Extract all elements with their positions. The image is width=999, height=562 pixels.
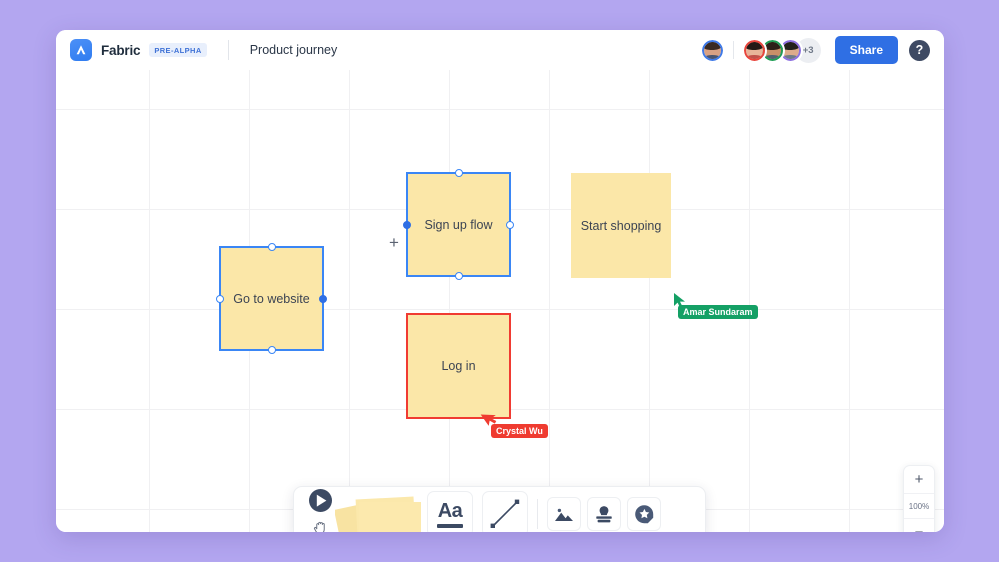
image-icon <box>555 508 573 521</box>
node-label: Log in <box>441 359 476 373</box>
add-node-button[interactable]: + <box>386 234 402 251</box>
hand-icon[interactable] <box>312 519 329 532</box>
app-window: Fabric PRE-ALPHA Product journey +3 Shar… <box>56 30 944 532</box>
canvas-node-go-to-website[interactable]: Go to website <box>216 243 327 354</box>
node-handle-right[interactable] <box>319 294 327 303</box>
select-and-pan-tool-group[interactable] <box>305 488 335 532</box>
avatar-divider <box>732 41 734 59</box>
connector-go-to-website-to-sign-up-flow <box>56 70 356 220</box>
sticker-star-icon <box>634 504 653 523</box>
node-handle-bottom[interactable] <box>454 272 463 280</box>
node-label: Start shopping <box>580 218 662 233</box>
canvas-node-log-in[interactable]: Log in <box>406 313 511 419</box>
node-label: Sign up flow <box>424 217 493 232</box>
stamp-tool[interactable] <box>587 497 621 531</box>
app-header: Fabric PRE-ALPHA Product journey +3 Shar… <box>56 30 944 70</box>
text-underline-icon <box>437 523 463 528</box>
header-divider <box>227 40 229 60</box>
image-tool[interactable] <box>547 497 581 531</box>
node-handle-right[interactable] <box>506 220 514 229</box>
self-avatar[interactable] <box>699 37 725 63</box>
collaborator-cursor-amar-sundaram: Amar Sundaram <box>673 292 758 319</box>
text-tool[interactable]: Aa <box>427 491 473 532</box>
document-title: Product journey <box>249 43 338 57</box>
collaborator-avatars: +3 <box>741 37 821 63</box>
sticky-notes-icon[interactable] <box>335 486 427 532</box>
zoom-out-button[interactable]: − <box>904 519 934 532</box>
sticker-tool[interactable] <box>627 497 661 531</box>
node-handle-left[interactable] <box>216 294 224 303</box>
collaborator-cursor-crystal-wu: Crystal Wu <box>480 408 548 438</box>
header-right-group: +3 Share ? <box>699 36 930 64</box>
canvas-node-start-shopping[interactable]: Start shopping <box>571 173 671 278</box>
node-label: Go to website <box>233 291 310 306</box>
share-button[interactable]: Share <box>834 36 898 64</box>
stamp-icon <box>596 505 612 522</box>
line-icon <box>490 499 520 528</box>
cursor-name-label: Crystal Wu <box>491 424 548 438</box>
canvas-toolbar: Aa <box>293 486 706 532</box>
header-left-group: Fabric PRE-ALPHA Product journey <box>70 39 337 61</box>
version-badge: PRE-ALPHA <box>149 43 207 57</box>
zoom-controls: + 100% − <box>903 465 935 532</box>
collaborator-avatar-1[interactable] <box>741 37 767 63</box>
text-tool-label: Aa <box>437 499 463 522</box>
canvas[interactable]: + Go to website Sign up flow Start shopp… <box>56 70 944 532</box>
zoom-level-label: 100% <box>904 493 934 519</box>
node-handle-top[interactable] <box>267 243 276 251</box>
zoom-in-button[interactable]: + <box>904 466 934 493</box>
node-handle-top[interactable] <box>454 169 463 177</box>
app-name: Fabric <box>101 42 141 58</box>
toolbar-divider <box>537 499 538 529</box>
node-handle-left[interactable] <box>403 220 411 229</box>
cursor-pointer-icon[interactable] <box>308 488 333 518</box>
help-icon[interactable]: ? <box>909 39 930 61</box>
cursor-name-label: Amar Sundaram <box>678 305 758 319</box>
node-handle-bottom[interactable] <box>267 346 276 354</box>
line-tool[interactable] <box>482 491 528 532</box>
fabric-logo-icon <box>70 39 92 61</box>
canvas-node-sign-up-flow[interactable]: Sign up flow <box>403 169 514 280</box>
